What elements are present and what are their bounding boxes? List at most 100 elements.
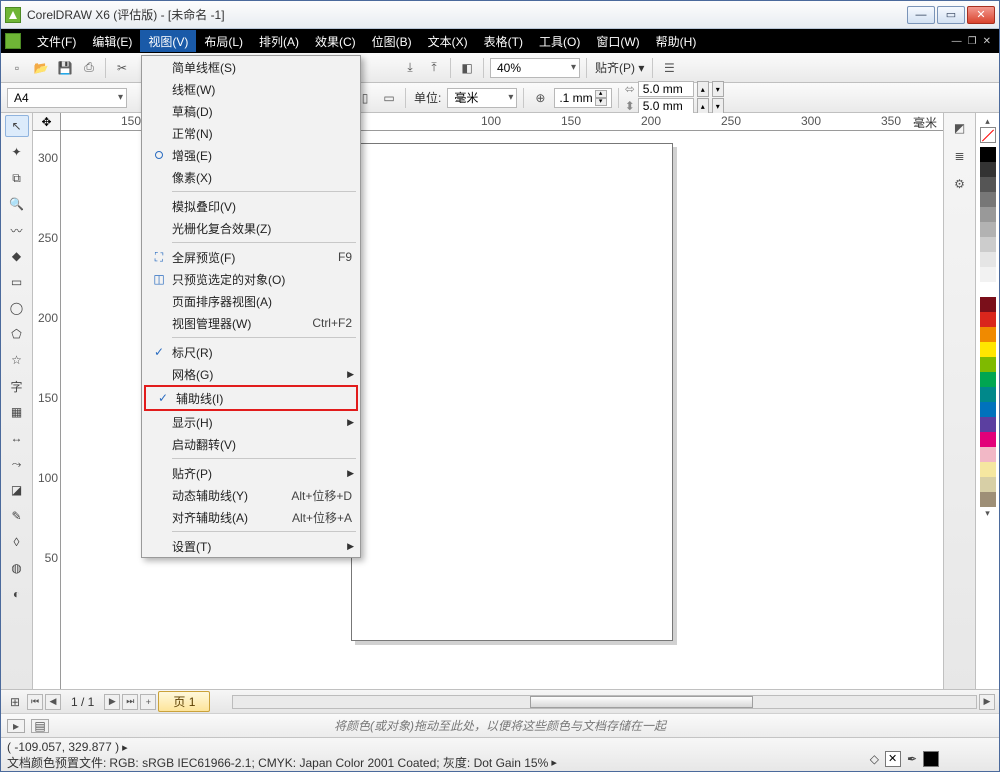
swatch[interactable] bbox=[980, 342, 996, 357]
mdi-restore[interactable]: ❐ bbox=[968, 36, 977, 47]
table-tool[interactable]: ▦ bbox=[5, 401, 29, 423]
export-icon[interactable]: ⤒ bbox=[424, 58, 444, 78]
menu-0[interactable]: 文件(F) bbox=[29, 30, 84, 52]
maximize-button[interactable]: ▭ bbox=[937, 6, 965, 24]
print-icon[interactable]: ⎙ bbox=[79, 58, 99, 78]
menu-6[interactable]: 位图(B) bbox=[364, 30, 420, 52]
menu-item[interactable]: 模拟叠印(V) bbox=[142, 195, 360, 217]
swatch[interactable] bbox=[980, 327, 996, 342]
text-tool[interactable]: 字 bbox=[5, 375, 29, 397]
swatch[interactable] bbox=[980, 372, 996, 387]
docker-hints[interactable]: ◩ bbox=[949, 117, 971, 139]
options-icon[interactable]: ☰ bbox=[659, 58, 679, 78]
menu-item[interactable]: ✓辅助线(I) bbox=[144, 385, 358, 411]
dimension-tool[interactable]: ↔ bbox=[5, 427, 29, 449]
swatch[interactable] bbox=[980, 477, 996, 492]
menu-item[interactable]: 增强(E) bbox=[142, 144, 360, 166]
swatch[interactable] bbox=[980, 177, 996, 192]
freehand-tool[interactable]: 〰 bbox=[5, 219, 29, 241]
swatch[interactable] bbox=[980, 462, 996, 477]
swatch[interactable] bbox=[980, 282, 996, 297]
menu-4[interactable]: 排列(A) bbox=[251, 30, 307, 52]
menu-item[interactable]: 对齐辅助线(A)Alt+位移+A bbox=[142, 506, 360, 528]
menu-item[interactable]: 视图管理器(W)Ctrl+F2 bbox=[142, 312, 360, 334]
save-icon[interactable]: 💾 bbox=[55, 58, 75, 78]
mdi-close[interactable]: ✕ bbox=[983, 36, 991, 47]
fill-tool[interactable]: ◍ bbox=[5, 557, 29, 579]
import-icon[interactable]: ⤓ bbox=[400, 58, 420, 78]
smart-fill-tool[interactable]: ◆ bbox=[5, 245, 29, 267]
menu-item[interactable]: ✓标尺(R) bbox=[142, 341, 360, 363]
pagesize-combo[interactable]: A4 bbox=[7, 88, 127, 108]
menu-item[interactable]: 线框(W) bbox=[142, 78, 360, 100]
polygon-tool[interactable]: ⬠ bbox=[5, 323, 29, 345]
swatch[interactable] bbox=[980, 252, 996, 267]
ruler-corner[interactable]: ✥ bbox=[33, 113, 61, 131]
swatch[interactable] bbox=[980, 237, 996, 252]
landscape-icon[interactable]: ▭ bbox=[379, 88, 399, 108]
menu-item[interactable]: 启动翻转(V) bbox=[142, 433, 360, 455]
swatch[interactable] bbox=[980, 207, 996, 222]
interactive-fill-tool[interactable]: ◐ bbox=[5, 583, 29, 605]
palette-scroll-down[interactable]: ▾ bbox=[980, 507, 996, 519]
swatch[interactable] bbox=[980, 147, 996, 162]
swatch[interactable] bbox=[980, 357, 996, 372]
unit-combo[interactable]: 毫米 bbox=[447, 88, 517, 108]
menu-item[interactable]: 正常(N) bbox=[142, 122, 360, 144]
open-icon[interactable]: 📂 bbox=[31, 58, 51, 78]
menu-11[interactable]: 帮助(H) bbox=[648, 30, 705, 52]
zoom-combo[interactable]: 40% bbox=[490, 58, 580, 78]
swatch[interactable] bbox=[980, 492, 996, 507]
vertical-ruler[interactable]: 30025020015010050 bbox=[33, 131, 61, 689]
outline-tool[interactable]: ◊ bbox=[5, 531, 29, 553]
menu-item[interactable]: 动态辅助线(Y)Alt+位移+D bbox=[142, 484, 360, 506]
page-last[interactable]: ⏭ bbox=[122, 694, 138, 710]
outline-swatch[interactable] bbox=[923, 751, 939, 767]
menu-item[interactable]: 像素(X) bbox=[142, 166, 360, 188]
no-color-swatch[interactable] bbox=[980, 127, 996, 143]
page-nav-icon[interactable]: ⊞ bbox=[5, 692, 25, 712]
connector-tool[interactable]: ⤳ bbox=[5, 453, 29, 475]
shape-tool[interactable]: ✦ bbox=[5, 141, 29, 163]
eyedropper-tool[interactable]: ✎ bbox=[5, 505, 29, 527]
menu-item[interactable]: ⛶全屏预览(F)F9 bbox=[142, 246, 360, 268]
swatch[interactable] bbox=[980, 312, 996, 327]
horizontal-scrollbar[interactable] bbox=[232, 695, 977, 709]
zoom-tool[interactable]: 🔍 bbox=[5, 193, 29, 215]
menu-9[interactable]: 工具(O) bbox=[531, 30, 588, 52]
menu-item[interactable]: 设置(T)▶ bbox=[142, 535, 360, 557]
page-prev[interactable]: ◀ bbox=[45, 694, 61, 710]
swatch[interactable] bbox=[980, 192, 996, 207]
menu-item[interactable]: 显示(H)▶ bbox=[142, 411, 360, 433]
menu-10[interactable]: 窗口(W) bbox=[588, 30, 647, 52]
menu-7[interactable]: 文本(X) bbox=[420, 30, 476, 52]
close-button[interactable]: ✕ bbox=[967, 6, 995, 24]
basic-shapes-tool[interactable]: ☆ bbox=[5, 349, 29, 371]
publish-icon[interactable]: ◧ bbox=[457, 58, 477, 78]
swatch[interactable] bbox=[980, 162, 996, 177]
new-icon[interactable]: ▫ bbox=[7, 58, 27, 78]
menu-item[interactable]: 页面排序器视图(A) bbox=[142, 290, 360, 312]
menu-item[interactable]: 草稿(D) bbox=[142, 100, 360, 122]
page-tab[interactable]: 页 1 bbox=[158, 691, 210, 712]
rectangle-tool[interactable]: ▭ bbox=[5, 271, 29, 293]
swatch[interactable] bbox=[980, 387, 996, 402]
crop-tool[interactable]: ⧉ bbox=[5, 167, 29, 189]
ellipse-tool[interactable]: ◯ bbox=[5, 297, 29, 319]
docker-properties[interactable]: ⚙ bbox=[949, 173, 971, 195]
cut-icon[interactable]: ✂ bbox=[112, 58, 132, 78]
offset-y-field[interactable]: 5.0 mm bbox=[638, 98, 694, 114]
swatch[interactable] bbox=[980, 267, 996, 282]
swatch[interactable] bbox=[980, 222, 996, 237]
menu-item[interactable]: 简单线框(S) bbox=[142, 56, 360, 78]
swatch[interactable] bbox=[980, 297, 996, 312]
menu-8[interactable]: 表格(T) bbox=[476, 30, 531, 52]
docker-object-mgr[interactable]: ≣ bbox=[949, 145, 971, 167]
menu-3[interactable]: 布局(L) bbox=[196, 30, 251, 52]
minimize-button[interactable]: — bbox=[907, 6, 935, 24]
swatch[interactable] bbox=[980, 432, 996, 447]
swatch[interactable] bbox=[980, 447, 996, 462]
scroll-right[interactable]: ▶ bbox=[979, 694, 995, 710]
swatch[interactable] bbox=[980, 402, 996, 417]
mdi-minimize[interactable]: — bbox=[952, 36, 962, 47]
